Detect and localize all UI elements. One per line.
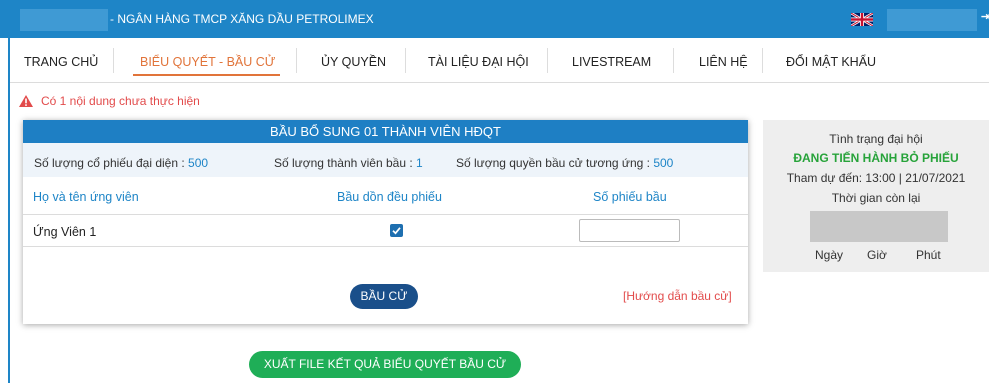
main-nav: TRANG CHỦ BIỂU QUYẾT - BẦU CỬ ỦY QUYỀN T… <box>10 38 989 83</box>
nav-divider <box>113 48 114 73</box>
shares-info: Số lượng cổ phiếu đại diện : 500 <box>34 156 209 170</box>
meeting-status-panel: Tình trạng đại hội ĐANG TIẾN HÀNH BỎ PHI… <box>763 120 989 272</box>
unit-hours: Giờ <box>867 248 887 262</box>
column-header-votes: Số phiếu bầu <box>593 190 667 204</box>
bank-name: - NGÂN HÀNG TMCP XĂNG DẦU PETROLIMEX <box>110 12 374 26</box>
voting-guide-link[interactable]: [Hướng dẫn bầu cử] <box>623 289 732 303</box>
warning-text: Có 1 nội dung chưa thực hiện <box>41 94 200 108</box>
logout-icon[interactable]: ⇥ <box>981 10 989 23</box>
members-value: 1 <box>416 156 423 170</box>
column-header-candidate: Họ và tên ứng viên <box>33 190 139 204</box>
ballot-info: Số lượng cổ phiếu đại diện : 500 Số lượn… <box>23 143 748 177</box>
account-name-redacted <box>887 9 977 31</box>
nav-divider <box>762 48 763 73</box>
nav-divider <box>673 48 674 73</box>
unit-minutes: Phút <box>916 248 941 262</box>
status-label: Tình trạng đại hội <box>829 132 923 146</box>
left-border <box>8 38 10 383</box>
warning-icon <box>19 95 33 107</box>
nav-proxy[interactable]: ỦY QUYỀN <box>321 55 386 69</box>
column-header-split: Bầu dồn đều phiếu <box>337 190 442 204</box>
remaining-label: Thời gian còn lại <box>831 191 921 205</box>
ballot-card: BẦU BỔ SUNG 01 THÀNH VIÊN HĐQT Số lượng … <box>23 120 748 324</box>
nav-divider <box>547 48 548 73</box>
rights-info: Số lượng quyền bầu cử tương ứng : 500 <box>456 156 674 170</box>
nav-home[interactable]: TRANG CHỦ <box>24 55 98 69</box>
unit-days: Ngày <box>815 248 844 262</box>
pending-warning: Có 1 nội dung chưa thực hiện <box>19 94 200 108</box>
nav-divider <box>296 48 297 73</box>
members-info: Số lượng thành viên bầu : 1 <box>274 156 423 170</box>
attend-time: Tham dự đến: 13:00 | 21/07/2021 <box>786 171 966 185</box>
countdown-box <box>810 211 948 242</box>
vote-count-input[interactable] <box>579 219 680 242</box>
nav-contact[interactable]: LIÊN HỆ <box>699 55 748 69</box>
top-header: - NGÂN HÀNG TMCP XĂNG DẦU PETROLIMEX ⇥ <box>0 0 989 38</box>
rights-value: 500 <box>653 156 674 170</box>
export-results-button[interactable]: XUẤT FILE KẾT QUẢ BIỂU QUYẾT BẦU CỬ <box>249 351 521 378</box>
split-votes-checkbox[interactable] <box>390 224 403 237</box>
table-header: Họ và tên ứng viên Bầu dồn đều phiếu Số … <box>23 177 748 215</box>
vote-button[interactable]: BẦU CỬ <box>350 284 418 309</box>
nav-livestream[interactable]: LIVESTREAM <box>572 55 651 69</box>
nav-voting[interactable]: BIỂU QUYẾT - BẦU CỬ <box>140 55 275 69</box>
uk-flag-icon[interactable] <box>850 11 874 28</box>
ballot-title: BẦU BỔ SUNG 01 THÀNH VIÊN HĐQT <box>23 120 748 143</box>
checkmark-icon <box>392 227 401 235</box>
table-row: Ứng Viên 1 <box>23 215 748 247</box>
shares-value: 500 <box>188 156 209 170</box>
nav-documents[interactable]: TÀI LIỆU ĐẠI HỘI <box>428 55 529 69</box>
nav-active-underline <box>133 74 280 76</box>
status-state: ĐANG TIẾN HÀNH BỎ PHIẾU <box>793 151 959 165</box>
nav-change-password[interactable]: ĐỔI MẬT KHẨU <box>786 55 876 69</box>
nav-divider <box>405 48 406 73</box>
shareholder-name-redacted <box>20 9 108 31</box>
candidate-name: Ứng Viên 1 <box>33 225 97 239</box>
